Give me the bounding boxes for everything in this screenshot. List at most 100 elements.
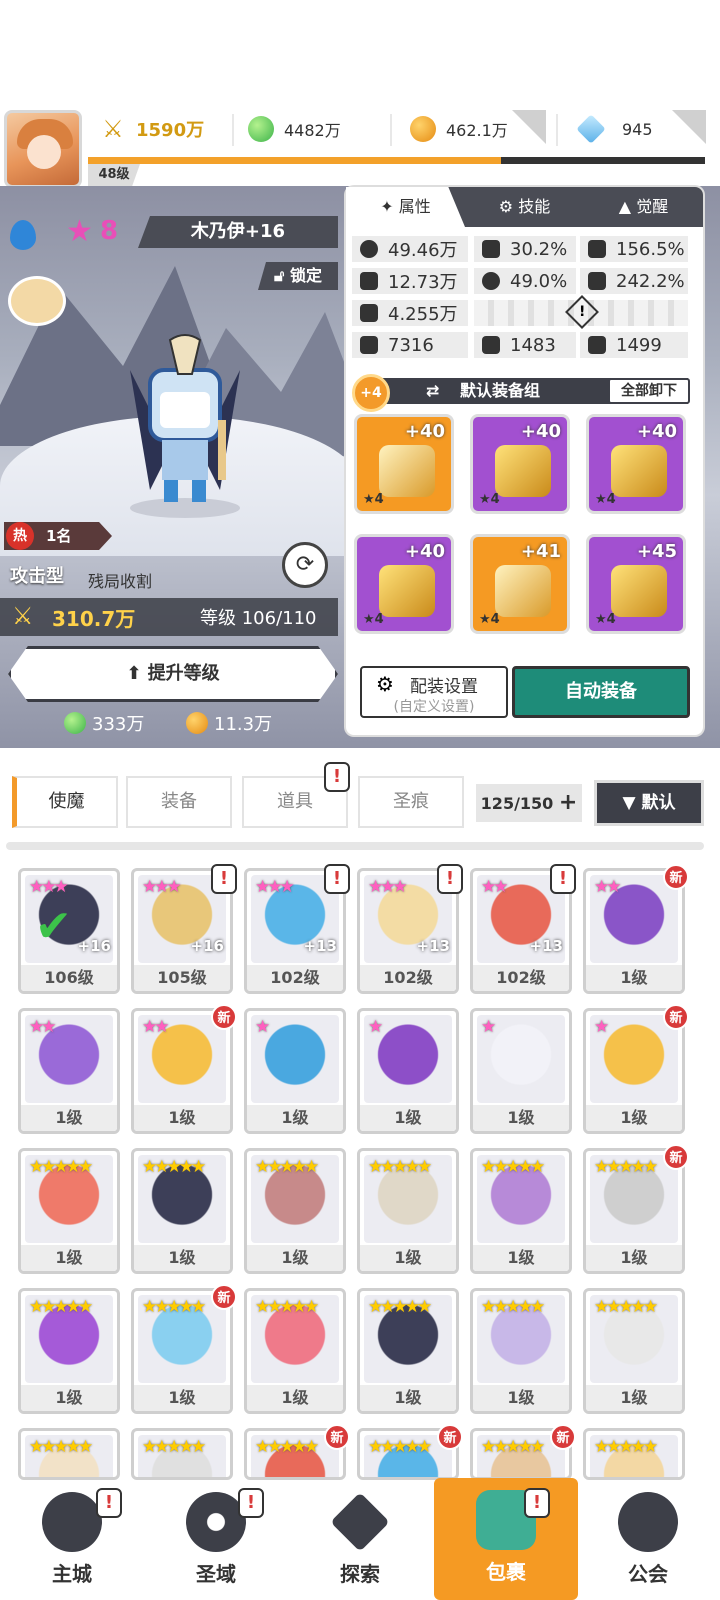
familiar-card[interactable]: ★★★★★ 1级 (583, 1288, 685, 1414)
familiar-level: 1级 (21, 1105, 117, 1131)
stat-value: 1499 (616, 334, 662, 356)
familiar-stars: ★ (368, 1017, 383, 1037)
familiar-level: 102级 (247, 965, 343, 991)
swap-arrows-icon: ⇄ (426, 381, 440, 400)
nav-main-city[interactable]: 主城 (0, 1480, 144, 1600)
familiar-plus: +13 (529, 937, 563, 955)
castle-icon (42, 1492, 102, 1552)
tab-awaken[interactable]: ▲ 觉醒 (584, 187, 703, 227)
familiar-card[interactable]: ★★★★★ 1级 (18, 1148, 120, 1274)
cost-green-value: 333万 (92, 714, 145, 735)
stat-def: 4.255万 (352, 300, 468, 326)
gear-icon: ⚙ (376, 672, 394, 696)
gold-coin-icon (186, 712, 208, 734)
familiar-stars: ★★★★★ (142, 1437, 206, 1457)
guild-helmet-icon (618, 1492, 678, 1552)
stat-value: 7316 (388, 334, 434, 356)
familiar-card[interactable]: ★★★★★ (18, 1428, 120, 1480)
familiar-card[interactable]: ★★★★★ 1级 (357, 1148, 459, 1274)
nav-bag[interactable]: 包裹 (434, 1478, 578, 1600)
tab-attributes[interactable]: ✦ 属性 (346, 187, 465, 227)
green-orb-icon (248, 116, 274, 142)
diamond-value: 945 (622, 119, 653, 139)
nav-guild[interactable]: 公会 (576, 1480, 720, 1600)
familiar-stars: ★★★★★ (481, 1437, 545, 1457)
nav-sanctuary[interactable]: 圣域 (144, 1480, 288, 1600)
new-badge: 新 (211, 1284, 237, 1310)
bag-capacity[interactable]: 125/150 + (476, 784, 582, 822)
expand-bag-icon: + (558, 790, 578, 815)
vortex-icon (186, 1492, 246, 1552)
familiar-stars: ★★ (142, 1017, 170, 1037)
familiar-card[interactable]: ★★★★★ 1级 (357, 1288, 459, 1414)
familiar-card[interactable]: ★★ 1级 (18, 1008, 120, 1134)
bag-tab-familiars[interactable]: 使魔 (12, 776, 118, 828)
familiar-stars: ★★★★★ (594, 1297, 658, 1317)
star-icon: ★ (66, 214, 93, 249)
diamond-icon (576, 114, 606, 144)
stat-value: 49.0% (510, 270, 568, 292)
attack-icon (360, 272, 378, 290)
nav-explore[interactable]: 探索 (288, 1480, 432, 1600)
tab-skills[interactable]: ⚙ 技能 (465, 187, 584, 227)
familiar-card[interactable]: ★★★★★ 1级 (131, 1148, 233, 1274)
equipment-slot[interactable]: +40 ★4 (470, 414, 570, 514)
bag-tab-equipment[interactable]: 装备 (126, 776, 232, 828)
familiar-level: 1级 (247, 1105, 343, 1131)
familiar-stars: ★ (594, 1017, 609, 1037)
equipment-level: +45 (636, 541, 677, 562)
familiar-card[interactable]: ★★★★★ 1级 (470, 1288, 572, 1414)
crosshair-icon (482, 272, 500, 290)
loadout-settings-button[interactable]: ⚙ 配装设置 (自定义设置) (360, 666, 508, 718)
familiar-card[interactable]: ★ 1级 (244, 1008, 346, 1134)
speed-icon (588, 272, 606, 290)
familiar-card[interactable]: ★ 1级 (357, 1008, 459, 1134)
familiar-stars: ★★★★★ (594, 1157, 658, 1177)
familiar-card[interactable]: ★★★★★ (131, 1428, 233, 1480)
cost-gold-value: 11.3万 (214, 714, 273, 735)
unequip-all-button[interactable]: 全部卸下 (608, 378, 690, 404)
crossed-swords-icon: ⚔ (102, 115, 124, 143)
familiar-level: 105级 (134, 965, 230, 991)
familiar-card[interactable]: ★★★★★ 1级 (18, 1288, 120, 1414)
wizard-hat-icon[interactable] (8, 276, 66, 326)
familiar-card[interactable]: ★ 1级 (470, 1008, 572, 1134)
familiar-stars: ★★★★★ (594, 1437, 658, 1457)
equipment-slot[interactable]: +45 ★4 (586, 534, 686, 634)
familiar-stars: ★★★ (29, 877, 69, 897)
equipment-slot[interactable]: +41 ★4 (470, 534, 570, 634)
player-avatar[interactable] (4, 110, 82, 188)
alert-icon: ! (437, 864, 463, 894)
familiar-card[interactable]: ★★★★★ (583, 1428, 685, 1480)
familiar-stars: ★★★★★ (255, 1437, 319, 1457)
familiar-plus: +16 (77, 937, 111, 955)
hot-icon: 热 (6, 522, 34, 550)
bag-tab-stigmata[interactable]: 圣痕 (358, 776, 464, 828)
upgrade-level-button[interactable]: ⬆ 提升等级 (8, 646, 338, 702)
alert-icon: ! (550, 864, 576, 894)
upgrade-cost-green: 333万 (64, 710, 144, 736)
swap-hero-icon[interactable]: ⟳ (282, 542, 328, 588)
loadout-settings-sub: (自定义设置) (393, 699, 475, 715)
equipment-slot[interactable]: +40 ★4 (354, 534, 454, 634)
auto-equip-button[interactable]: 自动装备 (512, 666, 690, 718)
nav-label: 探索 (340, 1562, 380, 1586)
lock-button[interactable]: 🔓︎ 锁定 (258, 262, 338, 290)
new-badge: 新 (663, 1004, 689, 1030)
familiar-card[interactable]: ★★★★★ 1级 (470, 1148, 572, 1274)
familiar-card[interactable]: ★★★★★ 1级 (244, 1288, 346, 1414)
sort-button[interactable]: ▼ 默认 (594, 780, 704, 826)
nav-alert-icon: ! (524, 1488, 550, 1518)
familiar-card[interactable]: ★★★ +16 106级 ✔ (18, 868, 120, 994)
equipment-slot[interactable]: +40 ★4 (586, 414, 686, 514)
stat-1: 7316 (352, 332, 468, 358)
equip-set-bonus-badge: +4 (352, 374, 390, 412)
green-orb-display: 4482万 (248, 116, 341, 142)
familiar-card[interactable]: ★★★★★ 1级 (244, 1148, 346, 1274)
nav-label: 主城 (52, 1562, 92, 1586)
familiar-level: 1级 (134, 1245, 230, 1271)
familiar-stars: ★★★★★ (368, 1157, 432, 1177)
upgrade-cost-gold: 11.3万 (186, 710, 272, 736)
familiar-level: 1级 (247, 1245, 343, 1271)
equipment-slot[interactable]: +40 ★4 (354, 414, 454, 514)
